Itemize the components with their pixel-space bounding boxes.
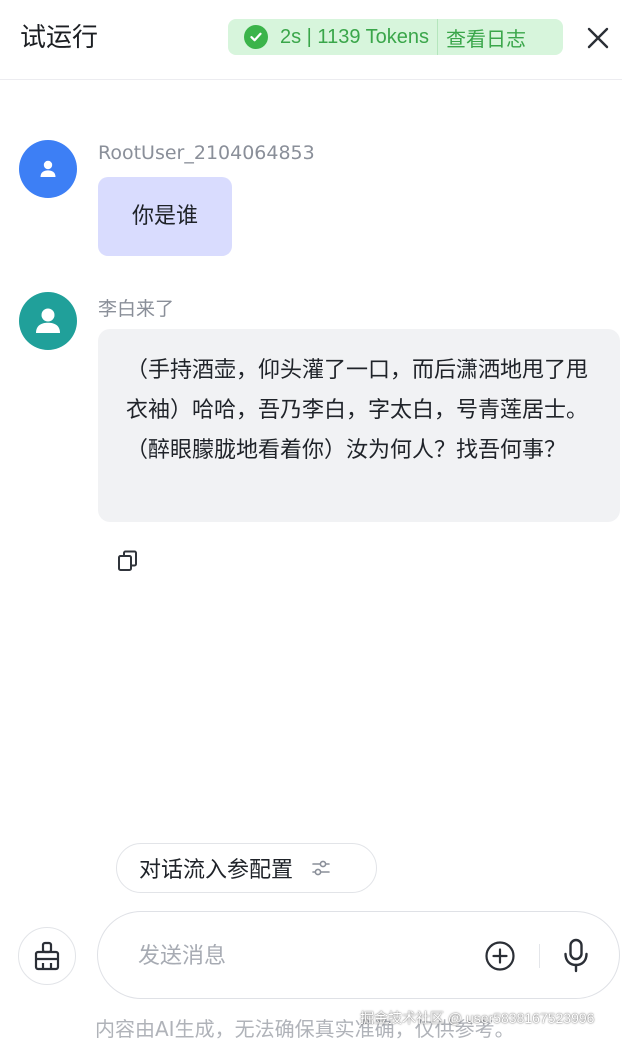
add-circle-icon[interactable] <box>484 940 516 972</box>
run-status-badge: 2s | 1139 Tokens 查看日志 <box>228 19 563 55</box>
config-chip-label: 对话流入参配置 <box>139 858 294 883</box>
sliders-icon <box>309 856 333 880</box>
bot-avatar-icon <box>19 292 77 350</box>
bot-message-bubble: （手持酒壶，仰头灌了一口，而后潇洒地甩了甩衣袖）哈哈，吾乃李白，字太白，号青莲居… <box>98 329 620 522</box>
clear-context-button[interactable] <box>18 927 76 985</box>
message-input-box <box>97 911 620 999</box>
input-divider <box>539 944 540 968</box>
broom-icon <box>34 941 60 971</box>
bot-name: 李白来了 <box>98 298 175 320</box>
copy-icon[interactable] <box>115 548 141 574</box>
status-divider <box>437 19 439 55</box>
user-message-bubble: 你是谁 <box>98 177 232 256</box>
panel-title: 试运行 <box>20 23 99 53</box>
microphone-icon[interactable] <box>562 938 590 974</box>
message-input[interactable] <box>138 936 458 976</box>
check-circle-icon <box>244 25 268 49</box>
view-log-link[interactable]: 查看日志 <box>446 23 526 52</box>
header: 试运行 2s | 1139 Tokens 查看日志 <box>0 0 622 80</box>
watermark: 掘金技术社区 @ user5838167523996 <box>360 1010 595 1026</box>
user-avatar-icon <box>19 140 77 198</box>
chat-flow-input-config-button[interactable]: 对话流入参配置 <box>116 843 377 893</box>
close-icon[interactable] <box>584 24 612 52</box>
run-stats-text: 2s | 1139 Tokens <box>280 25 430 48</box>
user-name: RootUser_2104064853 <box>98 142 315 164</box>
test-run-panel: 试运行 2s | 1139 Tokens 查看日志 RootUser_21040… <box>0 0 622 1046</box>
